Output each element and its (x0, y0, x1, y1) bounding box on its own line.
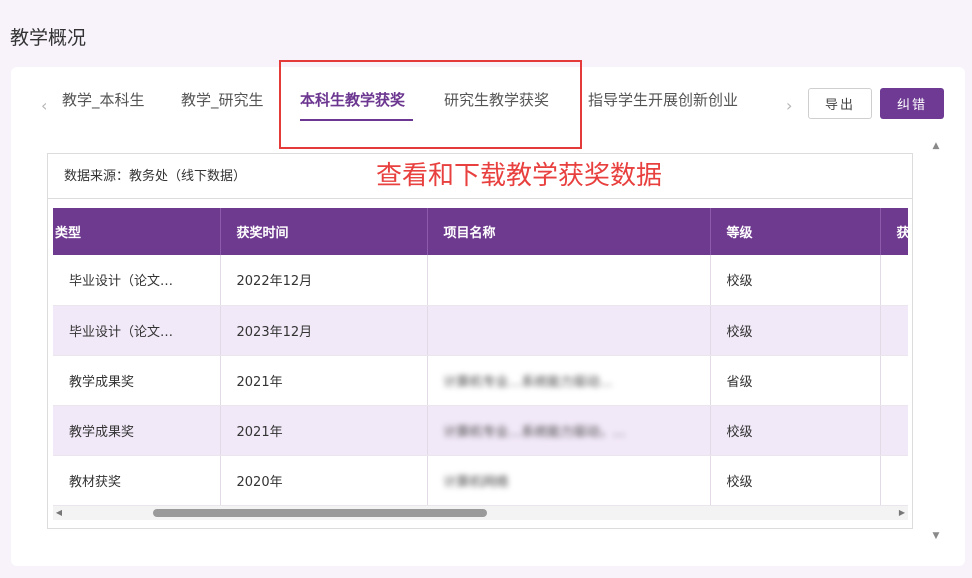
cell-project-name: 计算机网络 (427, 455, 711, 506)
header-award-truncated[interactable]: 获 (880, 208, 908, 255)
scroll-down-icon[interactable]: ▼ (930, 531, 942, 541)
awards-table: 类型 获奖时间 项目名称 等级 获 毕业设计（论文… 2022年12月 校级 毕… (53, 208, 908, 506)
scroll-left-icon[interactable]: ◀ (53, 506, 65, 520)
cell-level: 校级 (710, 455, 881, 506)
header-time[interactable]: 获奖时间 (220, 208, 428, 255)
table-row[interactable]: 教学成果奖 2021年 计算机专业…系统能力驱动，… 校级 (53, 405, 908, 456)
cell-time: 2022年12月 (220, 255, 428, 306)
scroll-right-icon[interactable]: ▶ (896, 506, 908, 520)
blurred-project-name: 计算机专业…系统能力驱动，… (443, 424, 626, 440)
cell-project-name (427, 255, 711, 306)
cell-type: 教学成果奖 (53, 355, 221, 406)
chevron-left-icon[interactable]: ‹ (41, 98, 47, 114)
highlight-box (279, 60, 582, 149)
cell-extra (880, 305, 908, 356)
table-row[interactable]: 教学成果奖 2021年 计算机专业…系统能力驱动… 省级 (53, 355, 908, 406)
cell-level: 校级 (710, 305, 881, 356)
tab-grad-teaching[interactable]: 教学_研究生 (181, 90, 264, 110)
cell-project-name: 计算机专业…系统能力驱动… (427, 355, 711, 406)
cell-extra (880, 255, 908, 306)
divider (48, 198, 912, 199)
table-row[interactable]: 毕业设计（论文… 2023年12月 校级 (53, 305, 908, 356)
data-source-label: 数据来源：教务处（线下数据） (64, 169, 247, 184)
cell-time: 2021年 (220, 355, 428, 406)
header-project-name[interactable]: 项目名称 (427, 208, 711, 255)
cell-extra (880, 455, 908, 506)
cell-type: 教材获奖 (53, 455, 221, 506)
cell-time: 2020年 (220, 455, 428, 506)
header-level[interactable]: 等级 (710, 208, 881, 255)
cell-extra (880, 355, 908, 406)
tab-innovation[interactable]: 指导学生开展创新创业 (588, 90, 738, 110)
blurred-project-name: 计算机专业…系统能力驱动… (443, 374, 613, 390)
cell-type: 教学成果奖 (53, 405, 221, 456)
header-type[interactable]: 类型 (53, 208, 221, 255)
tab-undergrad-teaching[interactable]: 教学_本科生 (62, 90, 145, 110)
page-title: 教学概况 (10, 27, 87, 49)
chevron-right-icon[interactable]: › (786, 98, 792, 114)
cell-level: 校级 (710, 405, 881, 456)
cell-level: 校级 (710, 255, 881, 306)
cell-type: 毕业设计（论文… (53, 255, 221, 306)
cell-type: 毕业设计（论文… (53, 305, 221, 356)
blurred-project-name: 计算机网络 (443, 474, 509, 490)
horizontal-scrollbar[interactable]: ◀ ▶ (53, 506, 908, 520)
scrollbar-thumb[interactable] (153, 509, 487, 517)
table-row[interactable]: 教材获奖 2020年 计算机网络 校级 (53, 455, 908, 506)
correct-button[interactable]: 纠错 (880, 88, 944, 119)
cell-time: 2023年12月 (220, 305, 428, 356)
cell-project-name (427, 305, 711, 356)
awards-table-container[interactable]: 类型 获奖时间 项目名称 等级 获 毕业设计（论文… 2022年12月 校级 毕… (53, 208, 908, 506)
cell-level: 省级 (710, 355, 881, 406)
cell-project-name: 计算机专业…系统能力驱动，… (427, 405, 711, 456)
table-row[interactable]: 毕业设计（论文… 2022年12月 校级 (53, 255, 908, 306)
cell-time: 2021年 (220, 405, 428, 456)
table-header-row: 类型 获奖时间 项目名称 等级 获 (53, 208, 908, 255)
annotation-text: 查看和下载教学获奖数据 (376, 161, 663, 191)
cell-extra (880, 405, 908, 456)
export-button[interactable]: 导出 (808, 88, 872, 119)
scroll-up-icon[interactable]: ▲ (930, 141, 942, 151)
